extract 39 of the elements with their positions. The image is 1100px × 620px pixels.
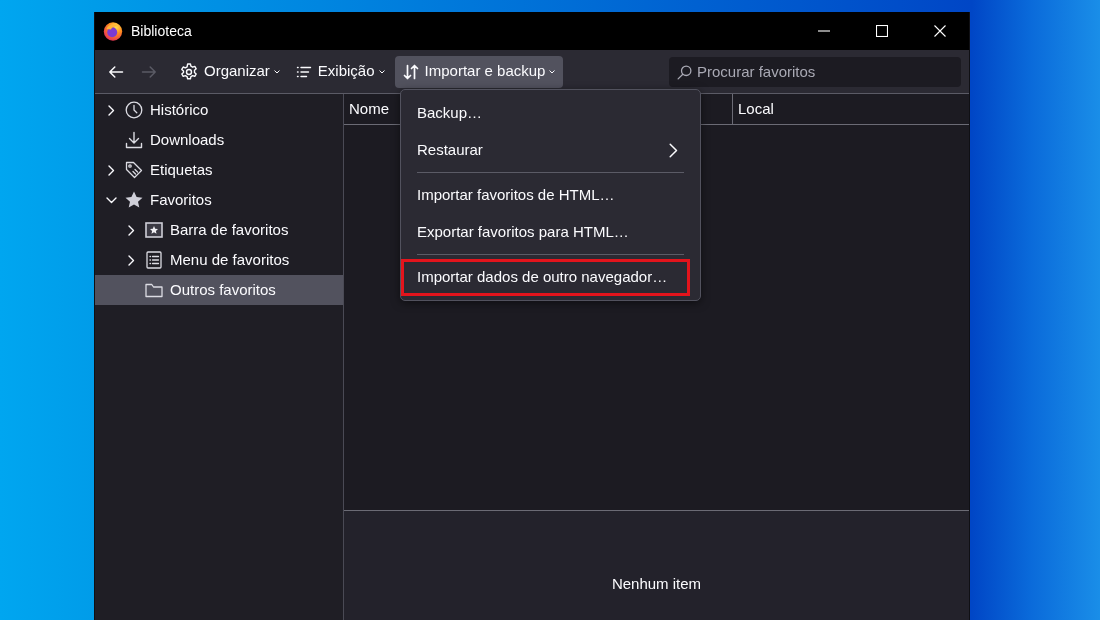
window-title: Biblioteca (131, 21, 192, 41)
download-icon (125, 131, 143, 149)
tree-item[interactable]: Favoritos (95, 185, 343, 215)
tree-item[interactable]: Menu de favoritos (95, 245, 343, 275)
forward-arrow-icon (141, 63, 157, 80)
toolbar-menu-button[interactable]: Importar e backup (394, 55, 564, 88)
menu-item[interactable]: Importar favoritos de HTML… (401, 177, 690, 214)
column-header[interactable]: Local (733, 94, 969, 124)
tree-item[interactable]: Etiquetas (95, 155, 343, 185)
back-arrow-icon (108, 63, 124, 80)
caret-icon (273, 69, 280, 74)
tree-item[interactable]: Histórico (95, 95, 343, 125)
menu-item[interactable]: Backup… (401, 95, 690, 132)
tree-item[interactable]: Downloads (95, 125, 343, 155)
up-down-arrows-icon (402, 63, 419, 80)
empty-message: Nenhum item (611, 575, 702, 592)
chevron-right-icon (669, 143, 678, 158)
star-frame-icon (145, 221, 163, 239)
tree-item[interactable]: Barra de favoritos (95, 215, 343, 245)
list-frame-icon (145, 251, 163, 269)
menu-item[interactable]: Exportar favoritos para HTML… (401, 214, 690, 251)
tree-item[interactable]: Outros favoritos (95, 275, 343, 305)
search-field[interactable]: Procurar favoritos (669, 56, 961, 87)
toolbar-menu-button[interactable]: Exibição (289, 55, 391, 88)
minimize-icon (818, 30, 830, 32)
star-icon (125, 191, 143, 209)
search-icon (677, 64, 692, 80)
clock-icon (125, 101, 143, 119)
tag-icon (125, 161, 143, 179)
maximize-icon (876, 25, 888, 37)
caret-icon (549, 69, 556, 74)
menu-item[interactable]: Restaurar (401, 132, 690, 169)
folder-icon (145, 281, 163, 299)
menu-item[interactable]: Importar dados de outro navegador… (401, 259, 690, 296)
gear-icon (180, 62, 198, 81)
caret-icon (378, 69, 385, 74)
close-icon (934, 25, 946, 37)
toolbar-menu-button[interactable]: Organizar (174, 55, 286, 88)
app-logo-icon (103, 21, 123, 41)
